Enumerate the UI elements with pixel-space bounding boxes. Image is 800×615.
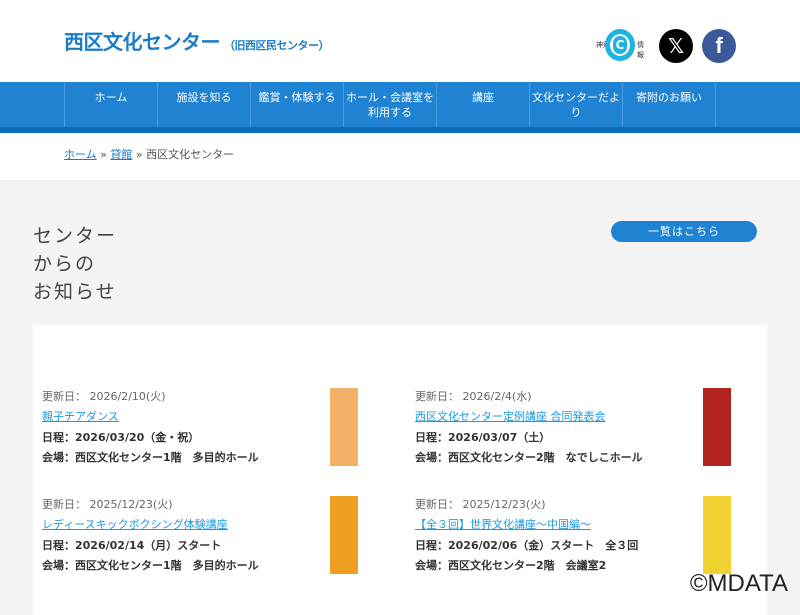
site-header: 西区文化センター （旧西区民センター） 神戸 C 情報 𝕏 f [0, 0, 800, 82]
news-venue: 会場：西区文化センター2階 なでしこホール [415, 451, 643, 464]
site-title: 西区文化センター [64, 30, 221, 54]
nav-rental[interactable]: ホール・会議室を利用する [344, 82, 437, 127]
news-schedule: 日程：2026/02/14（月）スタート [42, 539, 222, 552]
section-title-line: からの [33, 253, 97, 275]
kobe-info-logo-link[interactable]: 神戸 C 情報 [596, 29, 644, 63]
nav-newsletter[interactable]: 文化センターだより [530, 82, 623, 127]
news-thumbnail[interactable] [703, 496, 731, 574]
news-schedule: 日程：2026/02/06（金）スタート 全３回 [415, 539, 639, 552]
news-thumbnail[interactable] [703, 388, 731, 466]
site-logo[interactable]: 西区文化センター （旧西区民センター） [64, 26, 330, 55]
breadcrumb-home[interactable]: ホーム [64, 148, 97, 161]
global-nav: ホーム 施設を知る 鑑賞・体験する ホール・会議室を利用する 講座 文化センター… [0, 82, 800, 127]
news-date: 更新日： 2025/12/23(火) [415, 498, 546, 511]
news-venue: 会場：西区文化センター2階 会議室2 [415, 559, 607, 572]
news-schedule: 日程：2026/03/20（金・祝） [42, 431, 200, 444]
view-all-button[interactable]: 一覧はこちら [611, 221, 757, 242]
news-thumbnail[interactable] [330, 496, 358, 574]
breadcrumb-sep: » [135, 148, 143, 161]
section-title-line: センター [33, 225, 118, 247]
nav-facility[interactable]: 施設を知る [158, 82, 251, 127]
nav-experience[interactable]: 鑑賞・体験する [251, 82, 344, 127]
watermark: ©MDATA [689, 570, 788, 597]
news-venue: 会場：西区文化センター1階 多目的ホール [42, 451, 259, 464]
news-date: 更新日： 2026/2/4(水) [415, 390, 532, 403]
news-date: 更新日： 2025/12/23(火) [42, 498, 173, 511]
news-venue: 会場：西区文化センター1階 多目的ホール [42, 559, 259, 572]
news-title-link[interactable]: レディースキックボクシング体験講座 [42, 516, 228, 532]
nav-home[interactable]: ホーム [65, 82, 158, 127]
breadcrumb-current: 西区文化センター [146, 148, 235, 161]
site-subtitle: （旧西区民センター） [224, 39, 330, 52]
nav-courses[interactable]: 講座 [437, 82, 530, 127]
nav-donation[interactable]: 寄附のお願い [623, 82, 716, 127]
x-icon[interactable]: 𝕏 [659, 29, 693, 63]
news-schedule: 日程：2026/03/07（土） [415, 431, 551, 444]
section-title-line: お知らせ [33, 281, 117, 303]
news-title-link[interactable]: 西区文化センター定例講座 合同発表会 [415, 408, 606, 424]
breadcrumb-bar: ホーム » 貸館 » 西区文化センター [0, 133, 800, 180]
section-title: センター からの お知らせ [33, 222, 117, 306]
kobe-logo-mark: C [613, 36, 627, 54]
breadcrumb: ホーム » 貸館 » 西区文化センター [64, 146, 234, 162]
kobe-logo-right: 情報 [637, 41, 644, 59]
news-thumbnail[interactable] [330, 388, 358, 466]
breadcrumb-parent[interactable]: 貸館 [110, 148, 132, 161]
facebook-icon[interactable]: f [702, 29, 736, 63]
news-title-link[interactable]: 親子チアダンス [42, 408, 119, 424]
news-title-link[interactable]: 【全３回】世界文化講座～中国編～ [415, 516, 591, 532]
news-date: 更新日： 2026/2/10(火) [42, 390, 166, 403]
breadcrumb-sep: » [100, 148, 107, 161]
